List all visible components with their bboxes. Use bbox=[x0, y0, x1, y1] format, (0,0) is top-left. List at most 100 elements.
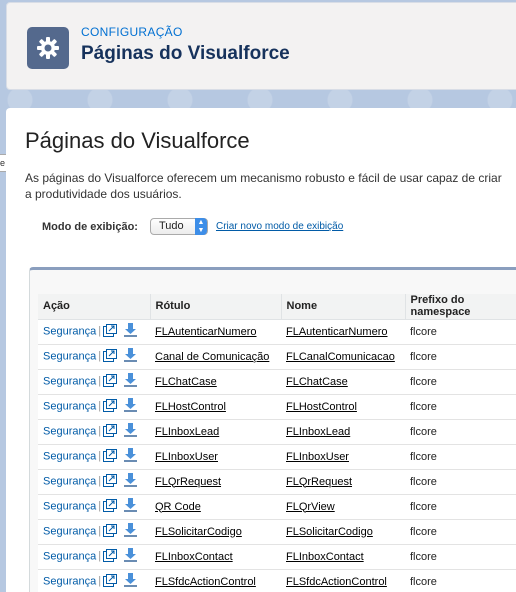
preview-icon[interactable] bbox=[103, 349, 118, 362]
name-cell: FLQrView bbox=[281, 494, 405, 520]
download-icon[interactable] bbox=[123, 473, 138, 488]
download-icon[interactable] bbox=[123, 548, 138, 563]
page-label-link[interactable]: FLQrRequest bbox=[155, 476, 221, 488]
separator: | bbox=[98, 325, 102, 338]
page-label-link[interactable]: FLInboxContact bbox=[155, 551, 233, 563]
security-link[interactable]: Segurança bbox=[43, 450, 96, 462]
table-row: Segurança | FLInboxLead FLInboxLead flcore bbox=[38, 419, 516, 445]
download-icon[interactable] bbox=[123, 448, 138, 463]
table-row: Segurança | FLInboxContact FLInboxContact fl… bbox=[38, 544, 516, 570]
preview-icon[interactable] bbox=[103, 499, 118, 512]
page-label-link[interactable]: Canal de Comunicação bbox=[155, 351, 269, 363]
page-name-link[interactable]: FLAutenticarNumero bbox=[286, 326, 388, 338]
main-content: Páginas do Visualforce As páginas do Vis… bbox=[6, 108, 516, 592]
column-header-namespace[interactable]: Prefixo do namespace bbox=[404, 294, 516, 320]
separator: | bbox=[98, 525, 102, 538]
download-icon[interactable] bbox=[123, 348, 138, 363]
page-label-link[interactable]: FLChatCase bbox=[155, 376, 217, 388]
page-name-link[interactable]: FLHostControl bbox=[286, 401, 357, 413]
preview-icon[interactable] bbox=[103, 424, 118, 437]
separator: | bbox=[98, 375, 102, 388]
preview-icon[interactable] bbox=[103, 399, 118, 412]
security-link[interactable]: Segurança bbox=[43, 525, 96, 537]
page-name-link[interactable]: FLInboxLead bbox=[286, 426, 350, 438]
separator: | bbox=[98, 450, 102, 463]
name-cell: FLQrRequest bbox=[281, 469, 405, 495]
preview-icon[interactable] bbox=[103, 574, 118, 587]
preview-icon[interactable] bbox=[103, 549, 118, 562]
page-name-link[interactable]: FLCanalComunicacao bbox=[286, 351, 395, 363]
table-row: Segurança | QR Code FLQrView flcore bbox=[38, 494, 516, 520]
name-cell: FLChatCase bbox=[281, 369, 405, 395]
action-cell: Segurança | bbox=[38, 494, 150, 520]
download-icon[interactable] bbox=[123, 398, 138, 413]
page-name-link[interactable]: FLInboxUser bbox=[286, 451, 349, 463]
table-header-row: Ação Rótulo Nome Prefixo do namespace bbox=[38, 294, 516, 320]
name-cell: FLInboxContact bbox=[281, 544, 405, 570]
preview-icon[interactable] bbox=[103, 449, 118, 462]
page-label-link[interactable]: FLSfdcActionControl bbox=[155, 576, 256, 588]
separator: | bbox=[98, 550, 102, 563]
download-icon[interactable] bbox=[123, 573, 138, 588]
column-header-label[interactable]: Rótulo bbox=[149, 294, 281, 320]
page-label-link[interactable]: QR Code bbox=[155, 501, 201, 513]
download-icon[interactable] bbox=[123, 323, 138, 338]
gear-icon bbox=[27, 27, 69, 69]
view-label: Modo de exibição: bbox=[42, 220, 138, 233]
download-icon[interactable] bbox=[123, 373, 138, 388]
separator: | bbox=[98, 575, 102, 588]
name-cell: FLCanalComunicacao bbox=[281, 344, 405, 370]
label-cell: FLAutenticarNumero bbox=[150, 319, 281, 345]
separator: | bbox=[98, 500, 102, 513]
action-cell: Segurança | bbox=[38, 319, 150, 345]
security-link[interactable]: Segurança bbox=[43, 325, 96, 337]
download-icon[interactable] bbox=[123, 423, 138, 438]
action-cell: Segurança | bbox=[38, 519, 150, 545]
page-name-link[interactable]: FLSfdcActionControl bbox=[286, 576, 387, 588]
security-link[interactable]: Segurança bbox=[43, 575, 96, 587]
page-name-link[interactable]: FLQrView bbox=[286, 501, 335, 513]
page-title: Páginas do Visualforce bbox=[25, 128, 250, 153]
column-header-name[interactable]: Nome bbox=[280, 294, 405, 320]
table-row: Segurança | FLChatCase FLChatCase flcore bbox=[38, 369, 516, 395]
page-name-link[interactable]: FLSolicitarCodigo bbox=[286, 526, 373, 538]
namespace-cell: flcore bbox=[405, 369, 516, 395]
label-cell: FLSolicitarCodigo bbox=[150, 519, 281, 545]
column-header-action[interactable]: Ação bbox=[38, 294, 150, 320]
create-view-link[interactable]: Criar novo modo de exibição bbox=[216, 221, 343, 232]
description-line-2: a produtividade dos usuários. bbox=[25, 187, 182, 201]
security-link[interactable]: Segurança bbox=[43, 400, 96, 412]
page-label-link[interactable]: FLInboxLead bbox=[155, 426, 219, 438]
table-row: Segurança | FLAutenticarNumero FLAutenticar… bbox=[38, 319, 516, 345]
security-link[interactable]: Segurança bbox=[43, 425, 96, 437]
action-cell: Segurança | bbox=[38, 444, 150, 470]
security-link[interactable]: Segurança bbox=[43, 475, 96, 487]
page-name-link[interactable]: FLQrRequest bbox=[286, 476, 352, 488]
download-icon[interactable] bbox=[123, 523, 138, 538]
action-cell: Segurança | bbox=[38, 394, 150, 420]
namespace-cell: flcore bbox=[405, 494, 516, 520]
namespace-cell: flcore bbox=[405, 444, 516, 470]
view-select[interactable]: Tudo ▲ ▼ bbox=[149, 218, 208, 235]
page-name-link[interactable]: FLInboxContact bbox=[286, 551, 364, 563]
namespace-cell: flcore bbox=[405, 319, 516, 345]
security-link[interactable]: Segurança bbox=[43, 550, 96, 562]
page-header: CONFIGURAÇÃO Páginas do Visualforce bbox=[6, 2, 516, 90]
download-icon[interactable] bbox=[123, 498, 138, 513]
preview-icon[interactable] bbox=[103, 474, 118, 487]
view-selector-row: Modo de exibição: Tudo ▲ ▼ Criar novo mod… bbox=[42, 218, 343, 235]
security-link[interactable]: Segurança bbox=[43, 375, 96, 387]
preview-icon[interactable] bbox=[103, 324, 118, 337]
security-link[interactable]: Segurança bbox=[43, 500, 96, 512]
page-label-link[interactable]: FLInboxUser bbox=[155, 451, 218, 463]
preview-icon[interactable] bbox=[103, 524, 118, 537]
preview-icon[interactable] bbox=[103, 374, 118, 387]
page-name-link[interactable]: FLChatCase bbox=[286, 376, 348, 388]
page-label-link[interactable]: FLAutenticarNumero bbox=[155, 326, 257, 338]
name-cell: FLAutenticarNumero bbox=[281, 319, 405, 345]
page-label-link[interactable]: FLHostControl bbox=[155, 401, 226, 413]
namespace-cell: flcore bbox=[405, 394, 516, 420]
action-cell: Segurança | bbox=[38, 569, 150, 592]
page-label-link[interactable]: FLSolicitarCodigo bbox=[155, 526, 242, 538]
security-link[interactable]: Segurança bbox=[43, 350, 96, 362]
